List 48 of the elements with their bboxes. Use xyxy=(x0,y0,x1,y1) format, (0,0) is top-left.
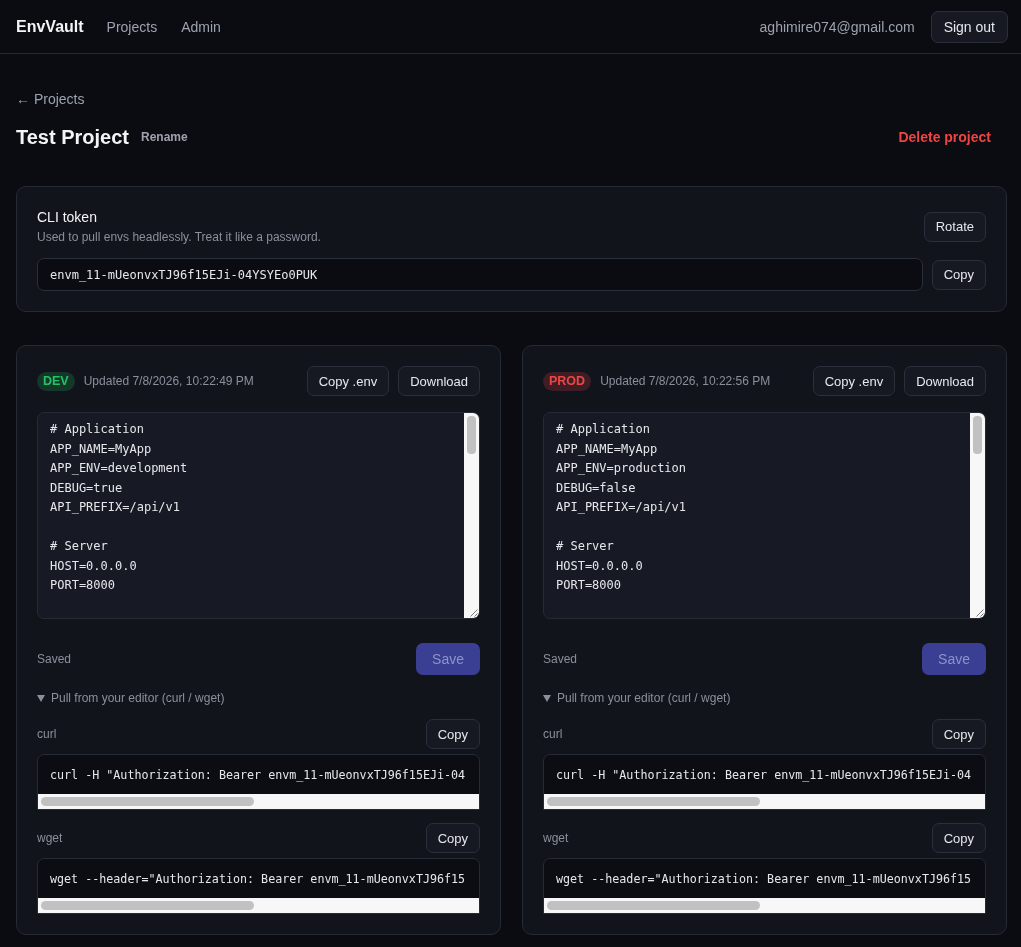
env-editor[interactable]: # Application APP_NAME=MyApp APP_ENV=development DEBUG=true API_PREFIX=/api/v1 # Server HOST=0.0.0.0 PORT=8000 xyxy=(37,412,480,619)
card-description: Used to pull envs headlessly. Treat it like a password. xyxy=(37,229,322,245)
pull-toggle[interactable]: Pull from your editor (curl / wget) xyxy=(543,690,731,706)
resize-grip-icon[interactable] xyxy=(464,603,479,618)
command-text: wget --header="Authorization: Bearer envm_11-mUeonvxTJ96f15 xyxy=(49,871,467,888)
command-label: wget xyxy=(543,831,569,845)
resize-grip-icon[interactable] xyxy=(970,603,985,618)
rotate-button[interactable]: Rotate xyxy=(923,211,986,242)
scrollbar[interactable] xyxy=(970,413,985,603)
environment-badge: PROD xyxy=(543,371,592,391)
user-email: aghimire074@gmail.com xyxy=(759,18,915,35)
scrollbar[interactable] xyxy=(464,413,479,603)
download-button[interactable]: Download xyxy=(904,366,986,396)
command-text: curl -H "Authorization: Bearer envm_11-mUeonvxTJ96f15EJi-04 xyxy=(49,767,467,784)
nav-link[interactable]: Admin xyxy=(181,18,221,35)
command-label: wget xyxy=(37,831,63,845)
env-editor[interactable]: # Application APP_NAME=MyApp APP_ENV=production DEBUG=false API_PREFIX=/api/v1 # Server HOST=0.0.0.0 PORT=8000 xyxy=(543,412,986,619)
copy-button[interactable]: Copy xyxy=(931,719,986,749)
environment-badge: DEV xyxy=(37,371,75,391)
back-link[interactable]: ← Projects xyxy=(16,91,85,107)
copy-env-button[interactable]: Copy .env xyxy=(812,366,896,396)
copy-button[interactable]: Copy xyxy=(931,259,986,290)
copy-button[interactable]: Copy xyxy=(425,719,480,749)
copy-env-button[interactable]: Copy .env xyxy=(306,366,390,396)
card-title: CLI token xyxy=(37,208,98,226)
scrollbar[interactable] xyxy=(38,794,479,809)
copy-button[interactable]: Copy xyxy=(425,823,480,853)
updated-time: Updated 7/8/2026, 10:22:49 PM xyxy=(83,374,255,388)
sign-out-button[interactable]: Sign out xyxy=(930,10,1008,43)
scrollbar[interactable] xyxy=(544,794,985,809)
project-title: Test Project xyxy=(16,125,129,149)
scrollbar[interactable] xyxy=(38,898,479,913)
rename-button[interactable]: Rename xyxy=(141,130,188,144)
delete-project-button[interactable]: Delete project xyxy=(882,129,1007,145)
save-status: Saved xyxy=(543,652,578,666)
command-label: curl xyxy=(37,727,57,741)
pull-toggle[interactable]: Pull from your editor (curl / wget) xyxy=(37,690,225,706)
brand-name[interactable]: EnvVault xyxy=(16,17,84,36)
updated-time: Updated 7/8/2026, 10:22:56 PM xyxy=(600,374,772,388)
command-text: wget --header="Authorization: Bearer envm_11-mUeonvxTJ96f15 xyxy=(555,871,973,888)
download-button[interactable]: Download xyxy=(398,366,480,396)
save-status: Saved xyxy=(37,652,72,666)
command-label: curl xyxy=(543,727,563,741)
copy-button[interactable]: Copy xyxy=(931,823,986,853)
nav-link[interactable]: Projects xyxy=(106,18,158,35)
command-text: curl -H "Authorization: Bearer envm_11-mUeonvxTJ96f15EJi-04 xyxy=(555,767,973,784)
scrollbar[interactable] xyxy=(544,898,985,913)
token-field[interactable]: envm_11-mUeonvxTJ96f15EJi-04YSYEo0PUK xyxy=(37,258,923,291)
